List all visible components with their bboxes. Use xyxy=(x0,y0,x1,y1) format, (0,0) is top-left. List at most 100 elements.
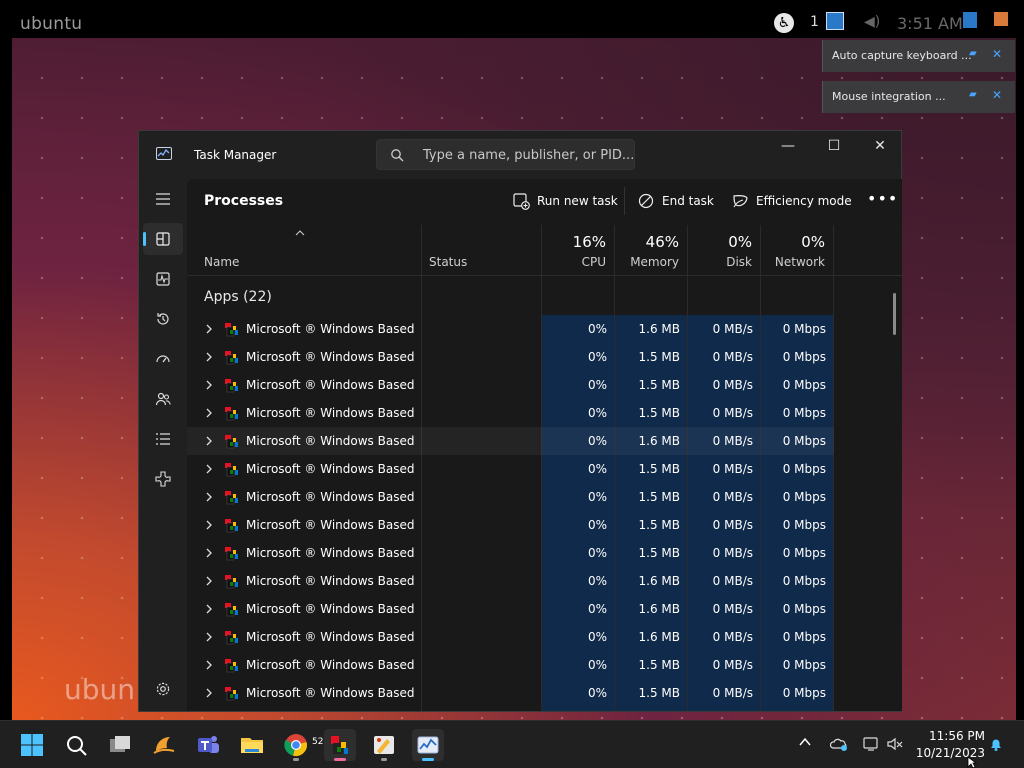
process-row[interactable]: Microsoft ® Windows Based S... 0% 1.6 MB 0 … xyxy=(187,567,834,595)
process-cpu: 0% xyxy=(587,518,607,532)
process-row[interactable]: Microsoft ® Windows Based S... 0% 1.5 MB 0 … xyxy=(187,651,834,679)
nav-processes[interactable] xyxy=(143,223,183,255)
process-row[interactable]: Microsoft ® Windows Based S... 0% 1.6 MB 0 … xyxy=(187,623,834,651)
weather-widget[interactable]: 52° xyxy=(148,729,328,761)
search-box[interactable]: Type a name, publisher, or PID... xyxy=(376,139,635,170)
run-new-task-button[interactable]: Run new task xyxy=(513,191,623,213)
process-memory: 1.5 MB xyxy=(638,462,680,476)
search-input[interactable]: Type a name, publisher, or PID... xyxy=(423,148,634,163)
process-memory: 1.5 MB xyxy=(638,350,680,364)
accessibility-icon[interactable]: ♿ xyxy=(774,13,794,33)
column-header-disk[interactable]: 0% Disk xyxy=(688,225,761,275)
process-row[interactable]: Microsoft ® Windows Based S... 0% 1.5 MB 0 … xyxy=(187,371,834,399)
process-row[interactable]: Microsoft ® Windows Based S... 0% 1.5 MB 0 … xyxy=(187,483,834,511)
column-header-name[interactable]: Name xyxy=(187,225,422,275)
expand-chevron-icon[interactable] xyxy=(204,574,214,588)
process-row[interactable]: Microsoft ® Windows Based S... 0% 1.6 MB 0 … xyxy=(187,595,834,623)
notification-bell-icon[interactable] xyxy=(988,736,1004,752)
volume-icon[interactable]: ◀) xyxy=(864,14,880,30)
script-host-button[interactable] xyxy=(324,729,356,761)
process-disk: 0 MB/s xyxy=(712,350,753,364)
vm-notification-close-icon[interactable]: ✕ xyxy=(992,47,1002,61)
process-memory: 1.6 MB xyxy=(638,630,680,644)
vm-status-icon[interactable] xyxy=(994,12,1008,26)
onedrive-icon[interactable] xyxy=(830,736,848,752)
start-button[interactable] xyxy=(16,729,48,761)
vm-notification-info-icon[interactable]: ▰ xyxy=(969,89,981,101)
network-icon[interactable] xyxy=(862,736,880,752)
vm-notification-keyboard: Auto capture keyboard ... ▰ ✕ xyxy=(822,40,1015,72)
nav-settings[interactable] xyxy=(143,673,183,705)
nav-users[interactable] xyxy=(143,383,183,415)
expand-chevron-icon[interactable] xyxy=(204,518,214,532)
sort-ascending-icon xyxy=(295,230,305,236)
search-button[interactable] xyxy=(60,729,92,761)
process-network: 0 Mbps xyxy=(782,350,826,364)
expand-chevron-icon[interactable] xyxy=(204,462,214,476)
process-row[interactable]: Microsoft ® Windows Based S... 0% 1.5 MB 0 … xyxy=(187,343,834,371)
column-header-network[interactable]: 0% Network xyxy=(761,225,834,275)
expand-chevron-icon[interactable] xyxy=(204,630,214,644)
process-memory: 1.5 MB xyxy=(638,658,680,672)
vm-notification-icon[interactable] xyxy=(826,12,844,30)
nav-startup-apps[interactable] xyxy=(143,343,183,375)
nav-services[interactable] xyxy=(143,463,183,495)
expand-chevron-icon[interactable] xyxy=(204,406,214,420)
expand-chevron-icon[interactable] xyxy=(204,322,214,336)
vm-notification-info-icon[interactable]: ▰ xyxy=(969,48,981,60)
file-explorer-button[interactable] xyxy=(236,729,268,761)
close-button[interactable]: ✕ xyxy=(857,131,903,163)
end-task-button[interactable]: End task xyxy=(638,191,718,213)
expand-chevron-icon[interactable] xyxy=(204,350,214,364)
task-view-button[interactable] xyxy=(104,729,136,761)
vm-notification-close-icon[interactable]: ✕ xyxy=(992,88,1002,102)
windows-based-script-host-icon xyxy=(225,519,238,533)
hamburger-menu-button[interactable] xyxy=(143,183,183,215)
volume-muted-icon[interactable] xyxy=(886,736,904,752)
expand-chevron-icon[interactable] xyxy=(204,378,214,392)
expand-chevron-icon[interactable] xyxy=(204,602,214,616)
paint-button[interactable] xyxy=(368,729,400,761)
expand-chevron-icon[interactable] xyxy=(204,658,214,672)
window-title: Task Manager xyxy=(194,148,277,162)
vertical-scrollbar[interactable] xyxy=(893,293,896,335)
process-row[interactable]: Microsoft ® Windows Based S... 0% 1.6 MB 0 … xyxy=(187,427,834,455)
process-network: 0 Mbps xyxy=(782,378,826,392)
process-row[interactable]: Microsoft ® Windows Based S... 0% 1.5 MB 0 … xyxy=(187,539,834,567)
expand-chevron-icon[interactable] xyxy=(204,490,214,504)
process-network: 0 Mbps xyxy=(782,602,826,616)
windows-based-script-host-icon xyxy=(225,407,238,421)
expand-chevron-icon[interactable] xyxy=(204,434,214,448)
task-manager-taskbar-button[interactable] xyxy=(412,729,444,761)
process-row[interactable]: Microsoft ® Windows Based S... 0% 1.5 MB 0 … xyxy=(187,679,834,707)
show-hidden-icons-chevron-icon[interactable] xyxy=(798,735,812,749)
ubuntu-clock[interactable]: 3:51 AM xyxy=(897,14,963,33)
process-row[interactable]: Microsoft ® Windows Based S... 0% 1.5 MB 0 … xyxy=(187,399,834,427)
teams-button[interactable] xyxy=(192,729,224,761)
process-memory: 1.5 MB xyxy=(638,686,680,700)
minimize-button[interactable]: — xyxy=(765,131,811,163)
column-header-status[interactable]: Status xyxy=(422,225,542,275)
title-bar[interactable]: Task Manager Type a name, publisher, or … xyxy=(139,131,901,179)
process-memory: 1.5 MB xyxy=(638,406,680,420)
taskbar-clock-time[interactable]: 11:56 PM xyxy=(915,729,985,743)
nav-details[interactable] xyxy=(143,423,183,455)
teams-icon xyxy=(198,736,219,753)
column-header-cpu[interactable]: 16% CPU xyxy=(542,225,615,275)
vm-keyboard-icon[interactable] xyxy=(963,12,977,28)
nav-performance[interactable] xyxy=(143,263,183,295)
chrome-button[interactable] xyxy=(280,729,312,761)
process-row[interactable]: Microsoft ® Windows Based S... 0% 1.5 MB 0 … xyxy=(187,511,834,539)
maximize-button[interactable]: ☐ xyxy=(811,131,857,163)
process-row[interactable]: Microsoft ® Windows Based S... 0% 1.5 MB 0 … xyxy=(187,455,834,483)
process-cpu: 0% xyxy=(587,490,607,504)
nav-app-history[interactable] xyxy=(143,303,183,335)
efficiency-mode-button[interactable]: Efficiency mode xyxy=(732,191,852,213)
expand-chevron-icon[interactable] xyxy=(204,686,214,700)
more-options-button[interactable]: ••• xyxy=(867,189,898,211)
end-task-label: End task xyxy=(662,194,714,208)
expand-chevron-icon[interactable] xyxy=(204,546,214,560)
process-row[interactable]: Microsoft ® Windows Based S... 0% 1.6 MB 0 … xyxy=(187,315,834,343)
process-name: Microsoft ® Windows Based S... xyxy=(246,490,418,504)
column-header-memory[interactable]: 46% Memory xyxy=(615,225,688,275)
